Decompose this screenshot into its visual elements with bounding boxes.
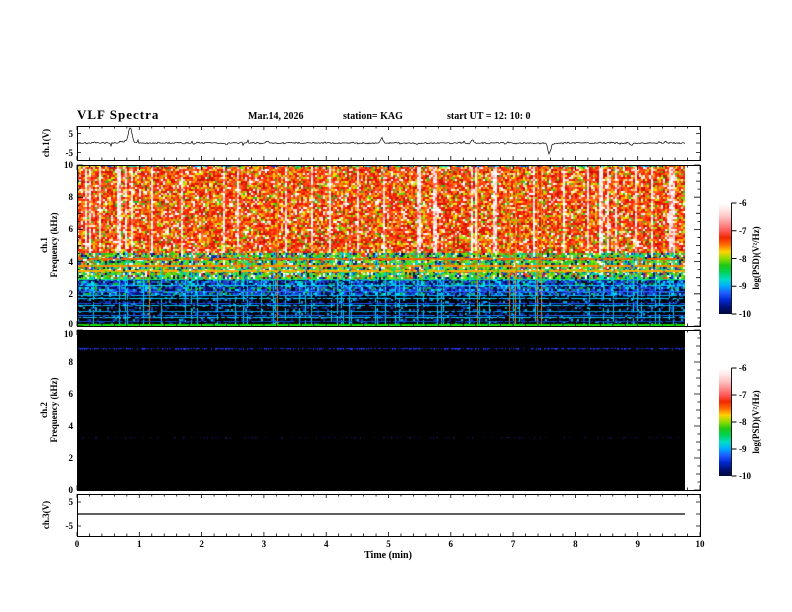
tick-label: 5 [68,497,74,507]
tick-label: 9 [635,539,640,549]
tick-label: 8 [573,539,578,549]
tick-label: -5 [65,521,74,531]
ch2spec-ylabel: ch.2 Frequency (kHz) [39,377,59,442]
ch1spec-ylabel: ch.1 Frequency (kHz) [39,212,59,277]
tick-label: 10 [64,329,73,339]
tick-label: -10 [739,309,751,319]
colorbar-ch1 [719,203,731,314]
figure-title: VLF Spectra [77,107,160,122]
tick-label: 7 [510,539,516,549]
tick-label: 6 [448,539,454,549]
tick-label: 2 [68,453,74,463]
tick-label: 5 [386,539,391,549]
tick-label: 10 [64,160,73,170]
figure-date: Mar.14, 2026 [248,111,304,122]
tick-label: 6 [68,389,74,399]
tick-label: -7 [739,390,747,400]
tick-label: 8 [68,357,74,367]
tick-label: -7 [739,225,747,236]
vlf-spectra-figure: VLF Spectra Mar.14, 2026 station= KAG st… [0,0,792,612]
tick-label: -6 [739,198,747,208]
colorbar1-label: log(PSD)(V²/Hz) [751,226,761,290]
tick-label: 0 [74,539,80,549]
tick-label: -10 [739,471,751,481]
colorbar2-label: log(PSD)(V²/Hz) [751,390,761,454]
tick-label: 4 [68,256,74,267]
tick-label: 5 [68,128,74,139]
tick-label: 6 [68,224,74,235]
tick-label: 4 [68,421,74,431]
tick-label: -5 [65,147,74,158]
start-ut-label: start UT = 12: 10: 0 [447,111,531,122]
time-axis-label: Time (min) [364,550,412,561]
tick-label: -9 [739,281,747,292]
tick-label: 2 [68,288,74,299]
tick-label: 1 [137,539,142,549]
ch2spec-ylabel-line1: ch.2 [39,402,49,418]
station-label: station= KAG [343,111,403,122]
tick-label: -9 [739,444,747,454]
tick-label: -8 [739,253,747,264]
tick-label: -8 [739,417,747,427]
ch2spec-ylabel-line2: Frequency (kHz) [49,377,59,443]
colorbar-ch2 [719,368,731,476]
ch2-spectrogram [77,330,685,490]
ch1spec-ylabel-line1: ch.1 [39,237,49,253]
tick-label: -6 [739,363,747,373]
tick-label: 4 [323,539,329,549]
tick-label: 0 [68,319,74,329]
tick-label: 3 [261,539,267,549]
tick-label: 8 [68,192,74,203]
tick-label: 10 [695,539,705,549]
tick-label: 2 [199,539,204,549]
tick-label: 0 [68,485,74,495]
ch1-spectrogram [77,165,685,326]
ch1spec-ylabel-line2: Frequency (kHz) [49,212,59,278]
